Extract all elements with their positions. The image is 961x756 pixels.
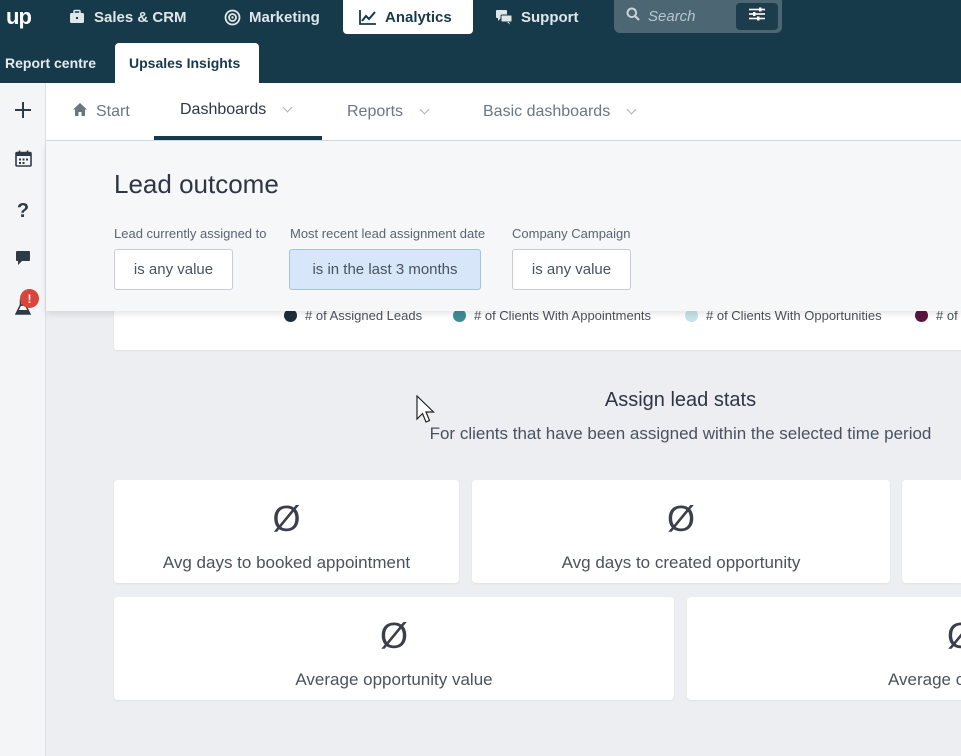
tab-dashboards-label: Dashboards	[180, 100, 267, 118]
stat-label: Average opportunity value	[295, 670, 493, 689]
chart-line-icon	[359, 8, 377, 26]
search-input[interactable]: Search	[648, 8, 696, 25]
analytics-tabs: Start Dashboards Reports Basic dashboard…	[46, 83, 961, 141]
home-icon	[72, 102, 88, 122]
help-button[interactable]: ?	[9, 197, 37, 225]
plus-icon	[14, 101, 32, 124]
chevron-down-icon	[419, 104, 430, 115]
nav-analytics-label: Analytics	[385, 8, 452, 26]
calendar-button[interactable]	[9, 147, 37, 175]
tab-basic-dashboards[interactable]: Basic dashboards	[483, 83, 637, 140]
stat-value: Ø	[947, 615, 961, 657]
nav-marketing[interactable]: Marketing	[223, 0, 320, 34]
global-search[interactable]: Search	[614, 0, 782, 33]
tab-start-label: Start	[96, 102, 130, 120]
chat-bubbles-icon	[495, 8, 513, 26]
stat-card-avg-days-opportunity[interactable]: Ø Avg days to created opportunity	[472, 480, 890, 583]
filter-panel: Lead outcome Lead currently assigned to …	[46, 141, 961, 311]
search-filter-button[interactable]	[736, 3, 778, 30]
filter-label-assignment-date: Most recent lead assignment date	[290, 226, 486, 241]
stats-subtitle: For clients that have been assigned with…	[429, 424, 932, 443]
nav-sales-crm[interactable]: Sales & CRM	[68, 0, 187, 34]
nav-sales-crm-label: Sales & CRM	[94, 8, 187, 26]
stat-value: Ø	[272, 498, 301, 539]
stat-label: Average c	[888, 670, 961, 689]
mouse-cursor-icon	[416, 395, 435, 423]
stat-value: Ø	[666, 498, 695, 539]
stat-card-average-partial[interactable]: Ø Average c	[687, 597, 961, 700]
subtab-report-centre[interactable]: Report centre	[5, 43, 96, 83]
filter-assigned-to[interactable]: is any value	[114, 249, 233, 290]
tab-basic-dashboards-label: Basic dashboards	[483, 102, 611, 120]
tab-reports-label: Reports	[347, 102, 404, 120]
target-icon	[223, 8, 241, 26]
sliders-icon	[748, 7, 766, 26]
chevron-down-icon	[626, 104, 637, 115]
briefcase-icon	[68, 8, 86, 26]
search-icon	[626, 7, 640, 26]
filter-assignment-date[interactable]: is in the last 3 months	[289, 249, 481, 290]
chevron-down-icon	[282, 102, 293, 113]
app-logo[interactable]: up	[6, 4, 32, 30]
nav-marketing-label: Marketing	[249, 8, 320, 26]
help-icon: ?	[16, 199, 30, 222]
filter-label-company-campaign: Company Campaign	[512, 226, 631, 241]
tab-reports[interactable]: Reports	[347, 83, 430, 140]
calendar-icon	[14, 150, 32, 172]
left-rail: ? !	[0, 83, 46, 756]
filter-label-assigned-to: Lead currently assigned to	[114, 226, 267, 241]
page-title: Lead outcome	[114, 169, 279, 199]
stat-card-avg-opportunity-value[interactable]: Ø Average opportunity value	[114, 597, 674, 700]
add-button[interactable]	[9, 98, 37, 126]
tab-dashboards[interactable]: Dashboards	[154, 83, 322, 140]
stat-card-avg-days-appointment[interactable]: Ø Avg days to booked appointment	[114, 480, 459, 583]
nav-analytics[interactable]: Analytics	[343, 0, 473, 34]
stat-card-partial[interactable]	[902, 480, 961, 583]
nav-support-label: Support	[521, 8, 579, 26]
sub-navigation: Report centre Upsales Insights	[0, 43, 961, 83]
tab-start[interactable]: Start	[72, 83, 130, 140]
alert-badge: !	[20, 289, 39, 308]
stat-label: Avg days to created opportunity	[561, 553, 801, 572]
chat-button[interactable]	[9, 246, 37, 274]
subtab-upsales-insights[interactable]: Upsales Insights	[115, 43, 259, 83]
nav-support[interactable]: Support	[495, 0, 579, 34]
stat-label: Avg days to booked appointment	[162, 553, 411, 572]
filter-company-campaign[interactable]: is any value	[512, 249, 631, 290]
chat-icon	[15, 250, 31, 271]
stats-title: Assign lead stats	[604, 389, 757, 411]
stat-value: Ø	[379, 615, 408, 656]
top-navigation: up Sales & CRM Marketing Analytics Suppo…	[0, 0, 961, 43]
